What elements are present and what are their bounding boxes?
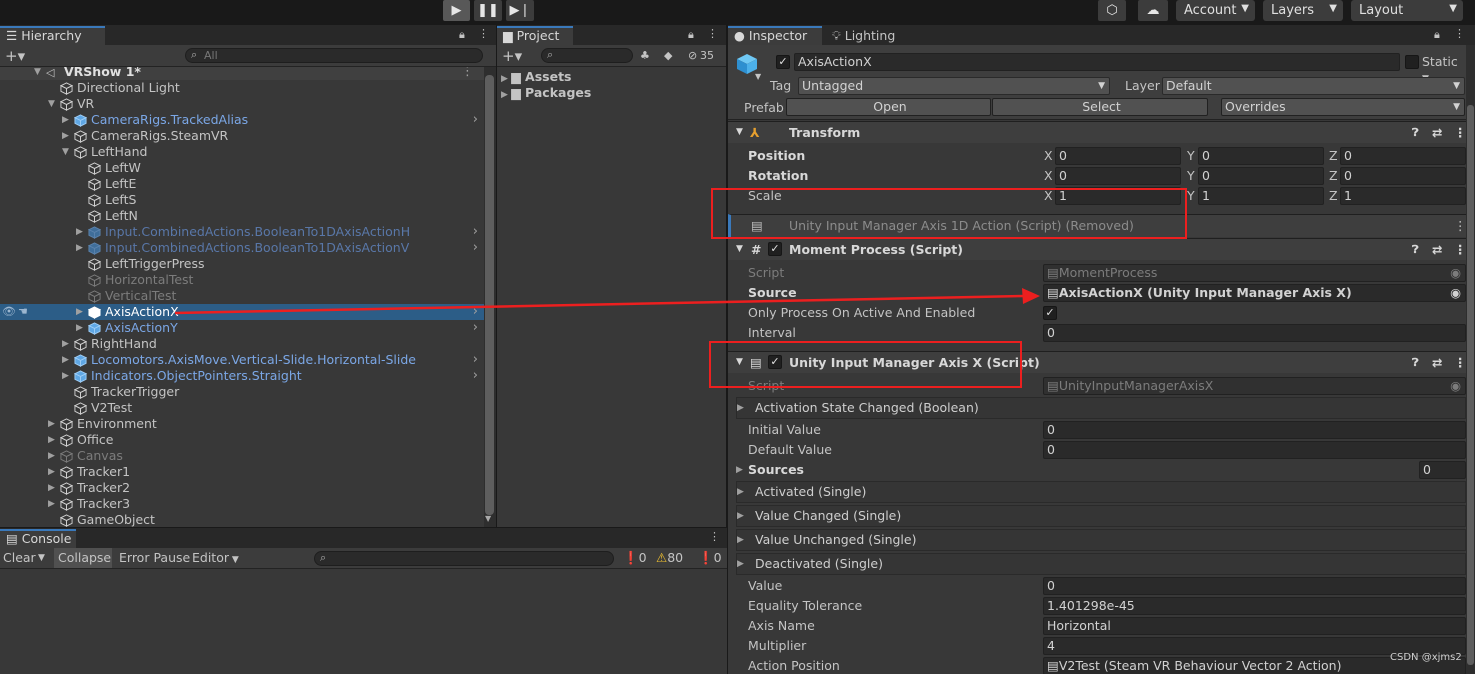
watermark: CSDN @xjms2: [1390, 652, 1462, 663]
annotation-arrow: [174, 288, 1040, 315]
